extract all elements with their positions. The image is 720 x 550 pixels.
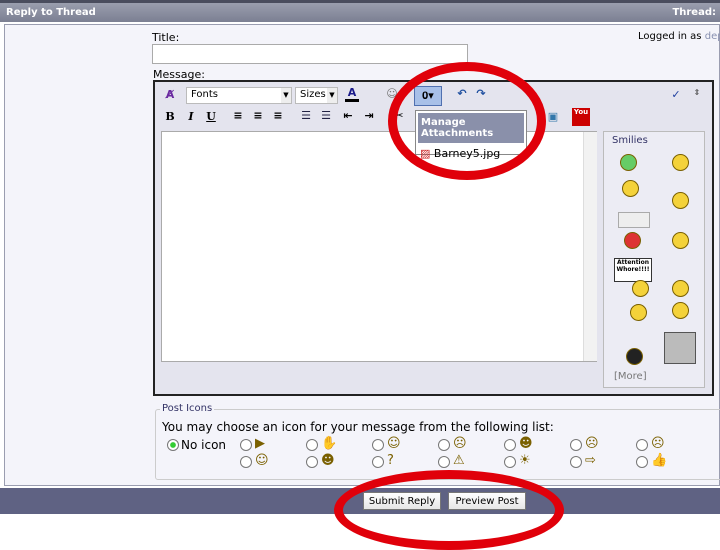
username-link[interactable]: dep (705, 31, 720, 42)
annotation-circle-buttons (334, 470, 564, 550)
remove-format-icon[interactable]: A̸ (163, 88, 177, 101)
indent-icon[interactable]: ⇥ (362, 109, 376, 122)
post-icon-radio[interactable] (438, 456, 450, 468)
size-select[interactable]: Sizes ▼ (295, 87, 338, 104)
post-icon-glyph-icon: ☹ (651, 436, 665, 451)
font-select-value: Fonts (191, 89, 218, 100)
smilies-panel: Smilies Attention Whore!!!! [More] (603, 131, 705, 388)
title-label: Title: (152, 31, 180, 44)
thread-label: Thread: (672, 7, 716, 18)
post-icon-radio[interactable] (504, 439, 516, 451)
post-icon-glyph-icon: ✋ (321, 436, 338, 451)
font-select[interactable]: Fonts ▼ (186, 87, 292, 104)
post-icon-glyph-icon: ☀ (519, 453, 531, 468)
post-icon-glyph-icon: ☺ (255, 453, 269, 468)
post-icon-glyph-icon: ⇨ (585, 453, 596, 468)
smiley-icon[interactable] (626, 348, 643, 365)
youtube-icon[interactable]: You (572, 108, 590, 126)
post-icon-glyph-icon: ☻ (321, 453, 335, 468)
post-icon-radio[interactable] (372, 456, 384, 468)
textarea-scrollbar[interactable] (583, 132, 597, 361)
italic-button[interactable]: I (184, 110, 198, 123)
smiley-icon[interactable] (672, 154, 689, 171)
message-textarea[interactable] (161, 131, 597, 362)
smiley-icon[interactable] (672, 232, 689, 249)
post-icon-glyph-icon: 👍 (651, 453, 668, 468)
align-center-icon[interactable]: ≡ (251, 109, 265, 122)
no-icon-radio[interactable] (167, 439, 179, 451)
resize-icon[interactable]: ⇕ (690, 88, 704, 97)
post-icon-glyph-icon: ? (387, 453, 394, 468)
size-select-value: Sizes (300, 89, 326, 100)
smiley-icon[interactable] (630, 304, 647, 321)
post-icon-radio[interactable] (570, 439, 582, 451)
logged-in-info: Logged in as dep (638, 31, 720, 42)
text-color-icon[interactable]: A (345, 86, 359, 102)
post-icon-radio[interactable] (504, 456, 516, 468)
attention-sign-smiley[interactable]: Attention Whore!!!! (614, 258, 652, 282)
smiley-icon[interactable] (622, 180, 639, 197)
post-icons-legend: Post Icons (160, 403, 215, 414)
smiley-icon[interactable] (624, 232, 641, 249)
post-icon-radio[interactable] (306, 456, 318, 468)
post-icon-radio[interactable] (240, 456, 252, 468)
post-icon-radio[interactable] (636, 439, 648, 451)
post-icon-radio[interactable] (570, 456, 582, 468)
post-icon-radio[interactable] (372, 439, 384, 451)
align-left-icon[interactable]: ≡ (231, 109, 245, 122)
logged-in-label: Logged in as (638, 31, 702, 42)
align-right-icon[interactable]: ≡ (271, 109, 285, 122)
outdent-icon[interactable]: ⇤ (341, 109, 355, 122)
smiley-icon[interactable] (620, 154, 637, 171)
chevron-down-icon: ▼ (327, 88, 337, 103)
wall-smiley-icon[interactable] (664, 332, 696, 364)
smiley-icon[interactable] (632, 280, 649, 297)
image-icon[interactable]: ▣ (546, 110, 560, 123)
post-icon-radio[interactable] (438, 439, 450, 451)
page-header: Reply to Thread Thread: (0, 3, 720, 22)
spellcheck-icon[interactable]: ✓ (669, 88, 683, 101)
smiley-icon[interactable] (672, 302, 689, 319)
post-icon-glyph-icon: ☺ (387, 436, 401, 451)
more-smilies-link[interactable]: [More] (614, 371, 647, 382)
unordered-list-icon[interactable]: ☰ (319, 109, 333, 122)
smiley-icon[interactable] (672, 280, 689, 297)
no-icon-label: No icon (181, 438, 227, 452)
post-icon-glyph-icon: ▶ (255, 436, 265, 451)
chevron-down-icon: ▼ (281, 88, 291, 103)
underline-button[interactable]: U (204, 110, 218, 123)
post-icon-glyph-icon: ☻ (519, 436, 533, 451)
smiley-icon[interactable] (672, 192, 689, 209)
bold-button[interactable]: B (163, 110, 177, 123)
post-icons-instruction: You may choose an icon for your message … (162, 420, 554, 434)
title-input[interactable] (152, 44, 468, 64)
post-icon-radio[interactable] (636, 456, 648, 468)
post-icon-radio[interactable] (240, 439, 252, 451)
ordered-list-icon[interactable]: ☰ (299, 109, 313, 122)
annotation-circle-attachments (388, 62, 546, 180)
page-title: Reply to Thread (6, 7, 96, 18)
post-icon-glyph-icon: ⚠ (453, 453, 465, 468)
post-icon-glyph-icon: ☹ (585, 436, 599, 451)
youtube-label: You (573, 108, 589, 116)
post-icon-glyph-icon: ☹ (453, 436, 467, 451)
smiley-icon[interactable] (618, 212, 650, 228)
post-icon-radio[interactable] (306, 439, 318, 451)
smilies-title: Smilies (612, 135, 648, 146)
